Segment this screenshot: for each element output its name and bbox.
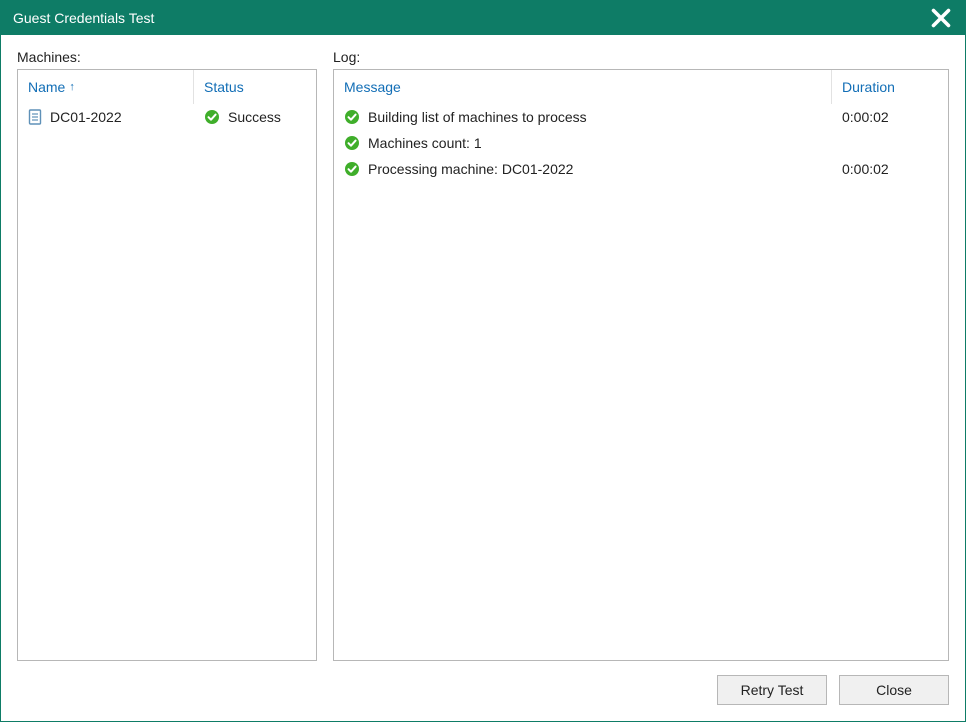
log-message-cell: Processing machine: DC01-2022 bbox=[334, 161, 832, 177]
log-message-cell: Building list of machines to process bbox=[334, 109, 832, 125]
retry-test-button[interactable]: Retry Test bbox=[717, 675, 827, 705]
log-header-message[interactable]: Message bbox=[334, 70, 832, 104]
machines-rows: DC01-2022 Success bbox=[18, 104, 316, 130]
machines-section: Machines: Name ↑ Status bbox=[17, 49, 317, 661]
success-icon bbox=[344, 109, 360, 125]
machines-label: Machines: bbox=[17, 49, 317, 65]
log-message: Processing machine: DC01-2022 bbox=[368, 161, 573, 177]
log-header-duration[interactable]: Duration bbox=[832, 70, 948, 104]
column-label: Status bbox=[204, 79, 244, 95]
log-message: Machines count: 1 bbox=[368, 135, 482, 151]
button-bar: Retry Test Close bbox=[1, 661, 965, 721]
log-duration: 0:00:02 bbox=[842, 161, 889, 177]
log-duration-cell: 0:00:02 bbox=[832, 109, 948, 125]
dialog-window: Guest Credentials Test Machines: Name ↑ … bbox=[0, 0, 966, 722]
close-button[interactable]: Close bbox=[839, 675, 949, 705]
log-duration: 0:00:02 bbox=[842, 109, 889, 125]
column-label: Message bbox=[344, 79, 401, 95]
close-icon[interactable] bbox=[929, 6, 953, 30]
column-label: Name bbox=[28, 79, 65, 95]
log-rows: Building list of machines to process 0:0… bbox=[334, 104, 948, 182]
content-area: Machines: Name ↑ Status bbox=[1, 35, 965, 661]
machines-header-status[interactable]: Status bbox=[194, 70, 316, 104]
sort-ascending-icon: ↑ bbox=[69, 81, 75, 93]
machine-status: Success bbox=[228, 109, 281, 125]
table-row[interactable]: Machines count: 1 bbox=[334, 130, 948, 156]
log-message: Building list of machines to process bbox=[368, 109, 587, 125]
window-title: Guest Credentials Test bbox=[13, 10, 929, 26]
table-row[interactable]: Processing machine: DC01-2022 0:00:02 bbox=[334, 156, 948, 182]
machine-name-cell: DC01-2022 bbox=[18, 109, 194, 125]
machine-status-cell: Success bbox=[194, 109, 316, 125]
success-icon bbox=[204, 109, 220, 125]
table-row[interactable]: DC01-2022 Success bbox=[18, 104, 316, 130]
machines-headers: Name ↑ Status bbox=[18, 70, 316, 104]
log-section: Log: Message Duration bbox=[333, 49, 949, 661]
log-panel: Message Duration Building list of machin… bbox=[333, 69, 949, 661]
machine-name: DC01-2022 bbox=[50, 109, 122, 125]
success-icon bbox=[344, 135, 360, 151]
log-headers: Message Duration bbox=[334, 70, 948, 104]
log-duration-cell: 0:00:02 bbox=[832, 161, 948, 177]
machine-icon bbox=[28, 109, 42, 125]
titlebar: Guest Credentials Test bbox=[1, 1, 965, 35]
success-icon bbox=[344, 161, 360, 177]
column-label: Duration bbox=[842, 79, 895, 95]
table-row[interactable]: Building list of machines to process 0:0… bbox=[334, 104, 948, 130]
log-label: Log: bbox=[333, 49, 949, 65]
machines-panel: Name ↑ Status bbox=[17, 69, 317, 661]
machines-header-name[interactable]: Name ↑ bbox=[18, 70, 194, 104]
log-message-cell: Machines count: 1 bbox=[334, 135, 832, 151]
